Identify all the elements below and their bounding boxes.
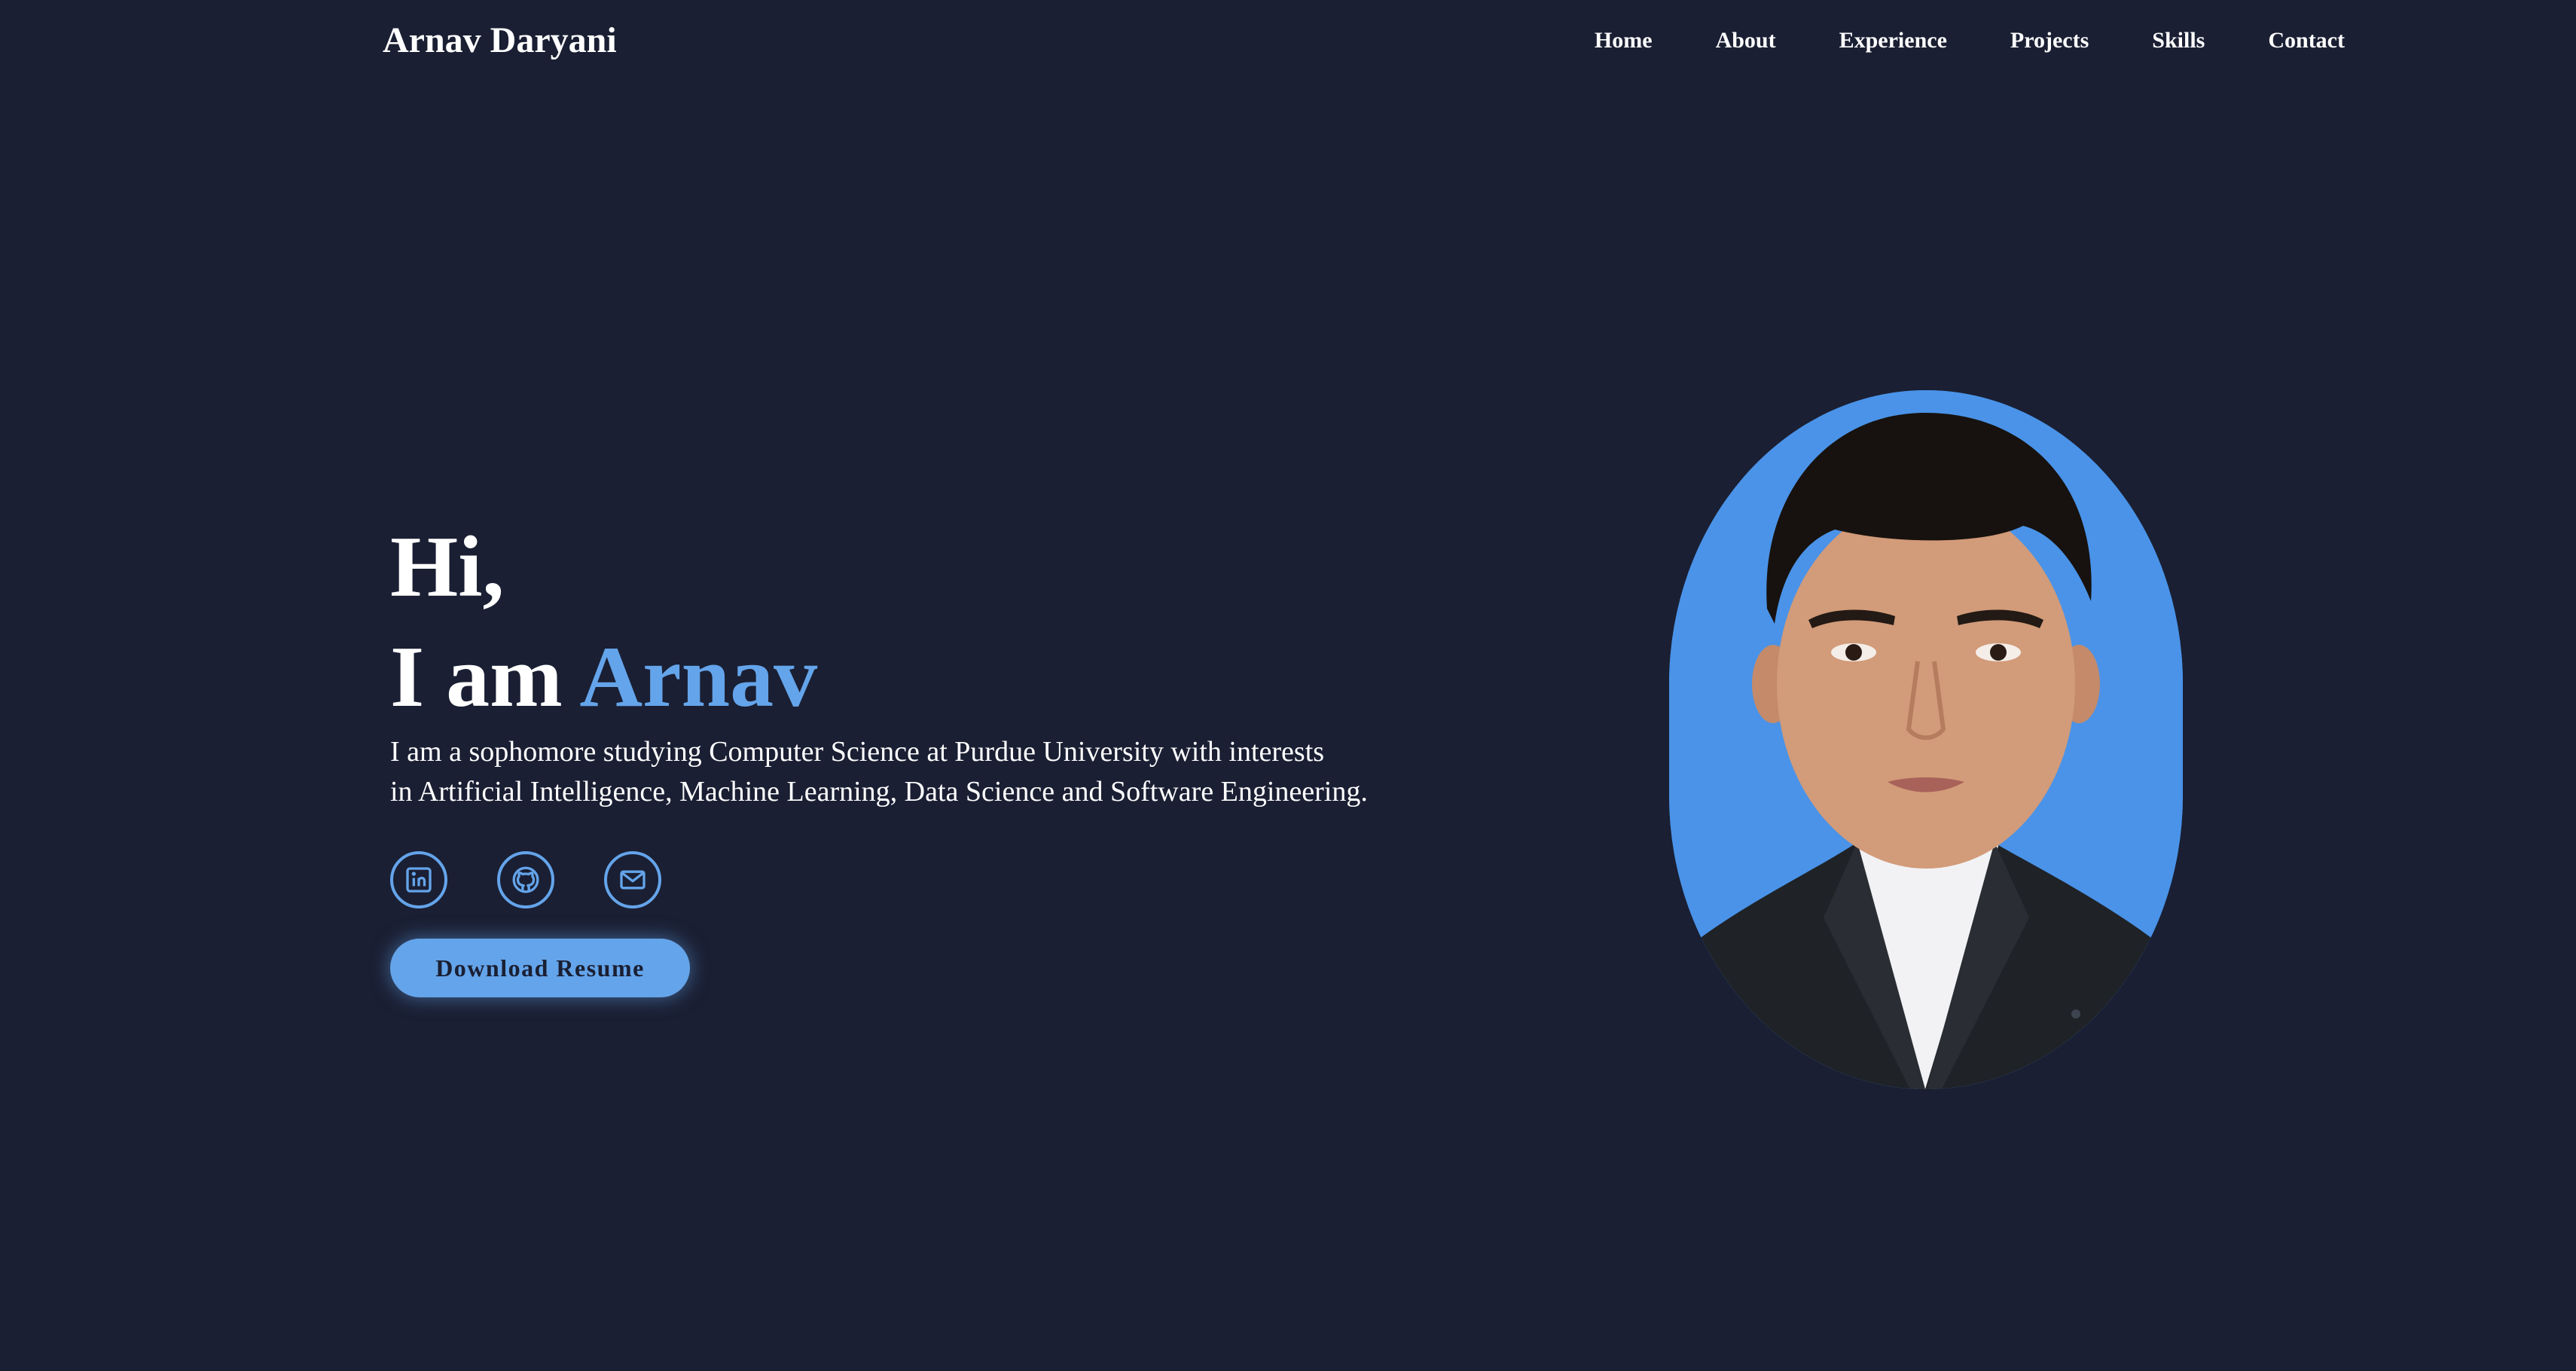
greeting-line-1: Hi, — [390, 519, 505, 615]
nav-projects[interactable]: Projects — [2010, 21, 2089, 60]
main-nav: Home About Experience Projects Skills Co… — [1595, 21, 2345, 60]
hero-description: I am a sophomore studying Computer Scien… — [390, 732, 1445, 812]
linkedin-icon — [406, 867, 432, 893]
github-icon — [512, 866, 539, 893]
description-line-1: I am a sophomore studying Computer Scien… — [390, 736, 1325, 768]
social-links — [390, 851, 1445, 908]
hero-section: Hi, I am Arnav I am a sophomore studying… — [390, 512, 1445, 997]
github-link[interactable] — [497, 851, 554, 908]
linkedin-link[interactable] — [390, 851, 447, 908]
nav-skills[interactable]: Skills — [2152, 21, 2205, 60]
greeting-line-2: I am Arnav — [390, 622, 1445, 732]
nav-experience[interactable]: Experience — [1839, 21, 1947, 60]
profile-photo — [1669, 390, 2183, 1089]
download-resume-button[interactable]: Download Resume — [390, 939, 690, 997]
greeting-prefix: I am — [390, 629, 580, 725]
greeting-name: Arnav — [579, 629, 818, 725]
email-link[interactable] — [604, 851, 661, 908]
site-brand[interactable]: Arnav Daryani — [383, 14, 617, 68]
description-line-2: in Artificial Intelligence, Machine Lear… — [390, 776, 1368, 808]
mail-icon — [620, 870, 646, 890]
nav-contact[interactable]: Contact — [2268, 21, 2345, 60]
nav-home[interactable]: Home — [1595, 21, 1653, 60]
nav-about[interactable]: About — [1716, 21, 1776, 60]
profile-photo-illustration — [1669, 390, 2183, 1089]
